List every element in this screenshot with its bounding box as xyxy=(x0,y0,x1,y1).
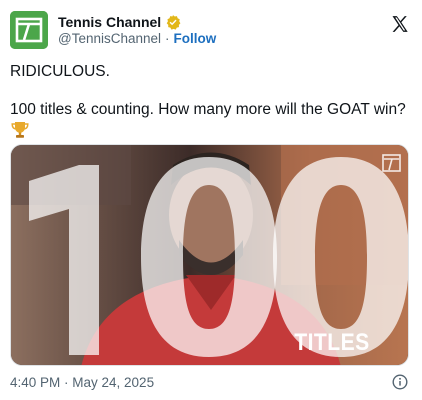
tweet-footer: 4:40 PM · May 24, 2025 xyxy=(10,373,412,393)
avatar[interactable] xyxy=(10,11,48,49)
info-icon[interactable] xyxy=(392,374,408,390)
verified-badge-icon xyxy=(166,15,181,30)
trophy-emoji-icon xyxy=(11,122,29,138)
name-row: Tennis Channel xyxy=(58,13,181,31)
titles-caption: TITLES xyxy=(294,329,370,356)
media-image[interactable]: TITLES xyxy=(10,144,409,366)
tennis-channel-logo-icon xyxy=(10,11,48,49)
display-name[interactable]: Tennis Channel xyxy=(58,14,161,30)
handle[interactable]: @TennisChannel xyxy=(58,31,161,46)
x-logo-icon[interactable] xyxy=(390,14,410,34)
timestamp[interactable]: 4:40 PM · May 24, 2025 xyxy=(10,375,154,390)
separator: · xyxy=(165,31,170,46)
tweet-line-2: 100 titles & counting. How many more wil… xyxy=(10,101,406,118)
tweet-header: Tennis Channel @TennisChannel · Follow xyxy=(10,10,412,50)
follow-button[interactable]: Follow xyxy=(174,31,217,46)
tweet-line-1: RIDICULOUS. xyxy=(10,63,110,80)
handle-row: @TennisChannel · Follow xyxy=(58,31,216,46)
tweet-text: RIDICULOUS. 100 titles & counting. How m… xyxy=(10,62,412,139)
